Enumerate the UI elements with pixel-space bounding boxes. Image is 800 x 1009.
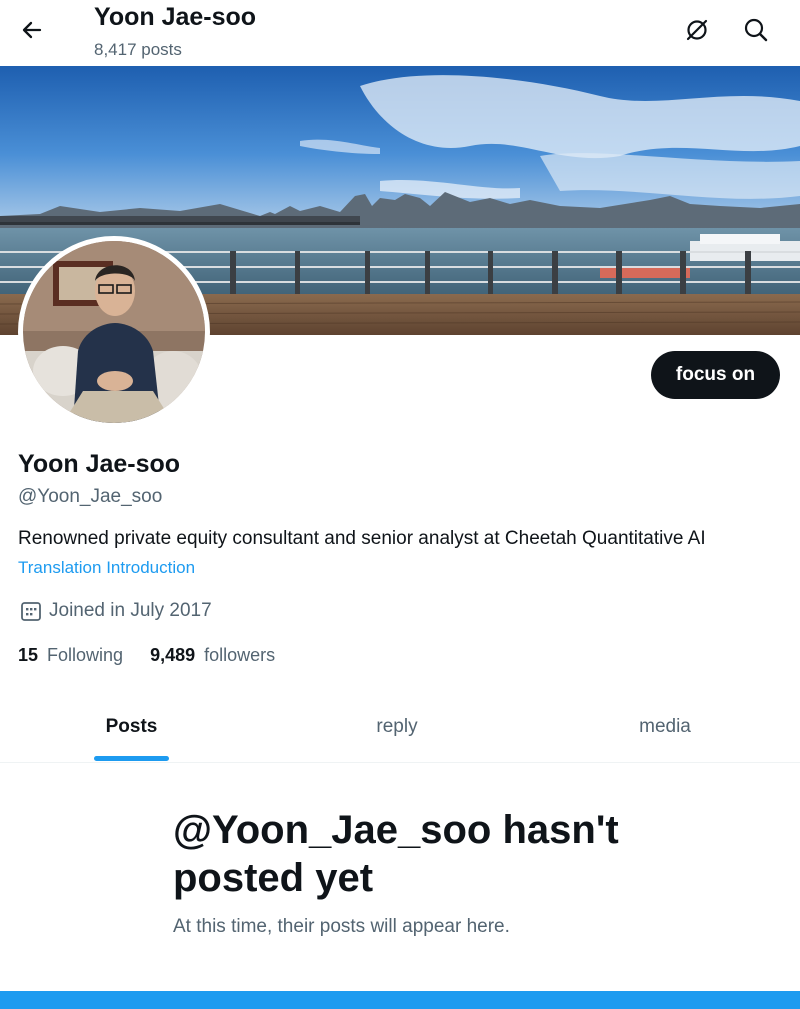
search-icon bbox=[744, 18, 768, 42]
followers-link[interactable]: 9,489 followers bbox=[150, 645, 275, 666]
active-tab-indicator bbox=[94, 756, 169, 761]
following-label: Following bbox=[47, 645, 124, 665]
profile-avatar[interactable] bbox=[18, 236, 210, 428]
user-handle: @Yoon_Jae_soo bbox=[18, 486, 163, 507]
empty-state-title: @Yoon_Jae_soo hasn't posted yet bbox=[173, 808, 619, 900]
follow-stats: 15 Following 9,489 followers bbox=[18, 645, 302, 666]
profile-header: Yoon Jae-soo 8,417 posts bbox=[0, 0, 800, 66]
back-button[interactable] bbox=[14, 12, 50, 48]
avatar-photo bbox=[23, 241, 205, 423]
tab-reply[interactable]: reply bbox=[334, 692, 460, 762]
followers-label: followers bbox=[204, 645, 276, 665]
dark-mode-toggle-button[interactable] bbox=[679, 12, 715, 48]
join-date-text: Joined in July 2017 bbox=[49, 600, 212, 621]
join-date: Joined in July 2017 bbox=[18, 598, 212, 624]
translate-bio-link[interactable]: Translation Introduction bbox=[18, 558, 195, 578]
arrow-left-icon bbox=[22, 21, 42, 39]
bottom-banner-strip[interactable] bbox=[0, 991, 800, 1009]
search-button[interactable] bbox=[738, 12, 774, 48]
follow-button[interactable]: focus on bbox=[651, 351, 780, 399]
calendar-icon bbox=[18, 598, 44, 624]
following-count: 15 bbox=[18, 645, 39, 665]
display-name: Yoon Jae-soo bbox=[18, 450, 181, 478]
post-count: 8,417 posts bbox=[94, 40, 182, 59]
profile-bio: Renowned private equity consultant and s… bbox=[18, 528, 706, 549]
dark-mode-toggle-icon bbox=[686, 19, 708, 41]
profile-tabs: Posts reply media bbox=[0, 692, 800, 763]
following-link[interactable]: 15 Following bbox=[18, 645, 123, 666]
header-title: Yoon Jae-soo bbox=[94, 3, 257, 31]
tab-media[interactable]: media bbox=[602, 692, 728, 762]
empty-state-subtitle: At this time, their posts will appear he… bbox=[173, 916, 510, 937]
followers-count: 9,489 bbox=[150, 645, 196, 665]
tab-posts[interactable]: Posts bbox=[70, 692, 193, 762]
